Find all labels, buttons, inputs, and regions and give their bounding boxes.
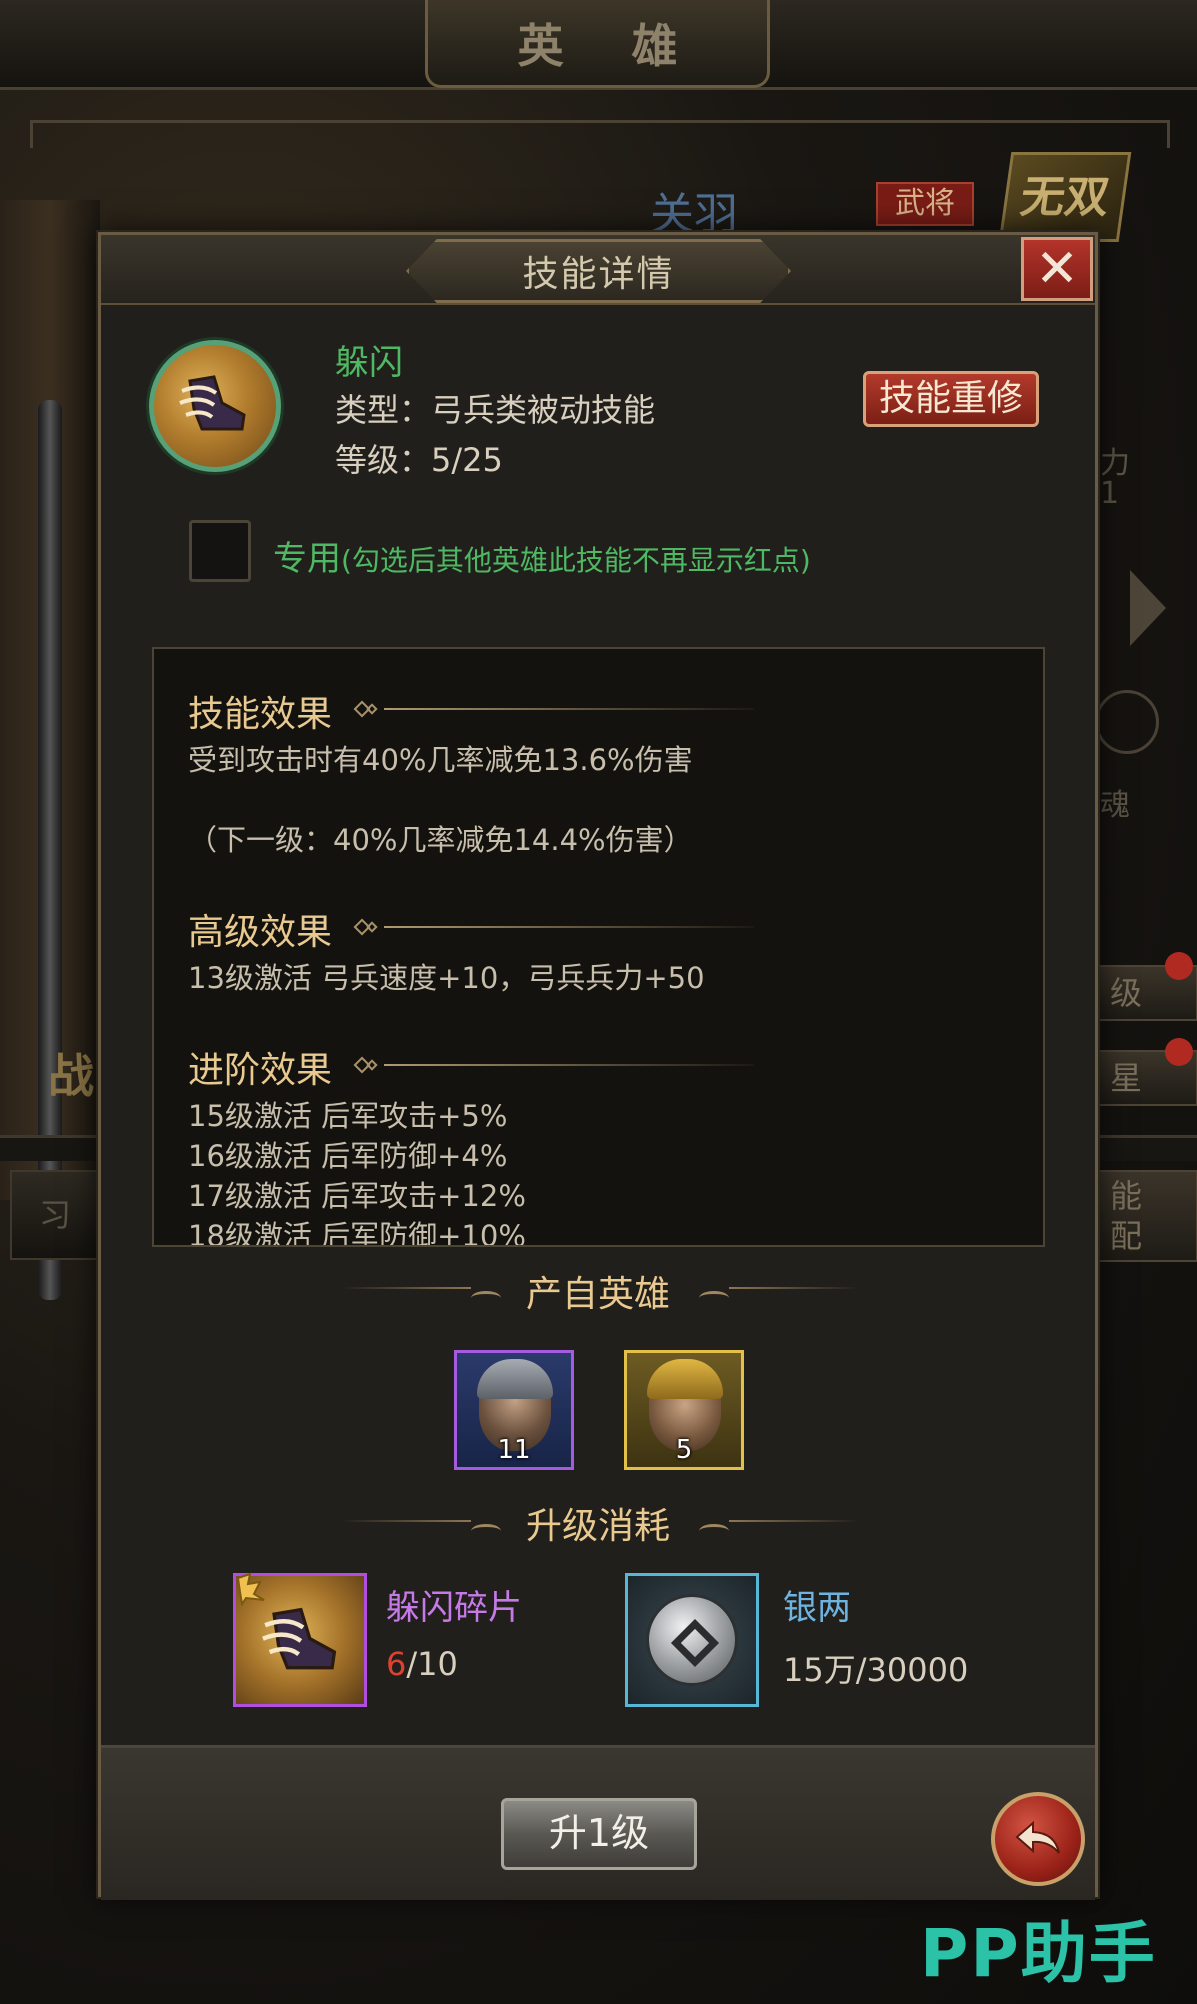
promotion-line: 16级激活 后军防御+4% [188, 1139, 508, 1173]
hero-helmet-icon [647, 1359, 723, 1399]
close-icon: ✕ [1035, 239, 1079, 299]
advanced-effect-heading: 高级效果 [188, 912, 333, 953]
fragment-amount: 6/10 [386, 1645, 458, 1683]
promotion-effect-heading: 进阶效果 [188, 1050, 333, 1091]
top-title-frame: 英 雄 [425, 0, 770, 88]
skill-fragment-item[interactable] [233, 1572, 367, 1707]
exclusive-note: (勾选后其他英雄此技能不再显示红点) [341, 544, 811, 577]
effects-panel[interactable]: 技能效果 受到攻击时有40%几率减免13.6%伤害 （下一级：40%几率减免14… [152, 647, 1045, 1247]
hero-level-number: 11 [497, 1435, 531, 1465]
silver-item[interactable] [625, 1573, 759, 1707]
source-hero-card[interactable]: 5 [624, 1350, 744, 1470]
side-button-skill-label-2: 配 [1110, 1217, 1143, 1255]
section-wing-ornament [699, 1291, 729, 1305]
background-frame [30, 120, 1170, 148]
dialog-title: 技能详情 [522, 254, 675, 295]
boot-icon [262, 1607, 337, 1670]
heading-divider [353, 700, 754, 718]
back-button[interactable] [991, 1792, 1085, 1886]
boot-icon [179, 375, 246, 431]
skill-effect-text: 受到攻击时有40%几率减免13.6%伤害 [188, 743, 693, 777]
advanced-effect-text: 13级激活 弓兵速度+10，弓兵兵力+50 [188, 961, 705, 995]
section-divider [729, 1287, 859, 1289]
learn-button-label: 习 [38, 1196, 71, 1234]
fragment-owned: 6 [386, 1645, 407, 1683]
silver-name: 银两 [783, 1588, 851, 1628]
close-button[interactable]: ✕ [1021, 237, 1093, 301]
pp-assistant-watermark: PP助手 [920, 1915, 1157, 1992]
screen-title: 英 雄 [517, 18, 704, 73]
spear-decoration [38, 400, 62, 1300]
heading-divider [353, 918, 754, 936]
source-heroes-title: 产自英雄 [525, 1274, 670, 1315]
fragment-required: /10 [406, 1645, 458, 1683]
skill-effect-heading: 技能效果 [188, 694, 333, 735]
dialog-footer: 升1级 [101, 1745, 1095, 1900]
skill-name: 躲闪 [335, 343, 403, 383]
source-hero-card[interactable]: 11 [454, 1350, 574, 1470]
silver-coin-icon [646, 1594, 738, 1686]
section-wing-ornament [699, 1524, 729, 1538]
promotion-line: 18级激活 后军防御+10% [188, 1219, 526, 1247]
exclusive-label-text: 专用 [273, 539, 341, 579]
fragment-name: 躲闪碎片 [386, 1588, 522, 1628]
relearn-skill-button[interactable]: 技能重修 [863, 371, 1039, 427]
side-text-soul: 魂 [1100, 788, 1130, 823]
heading-divider [353, 1056, 754, 1074]
silver-amount: 15万/30000 [783, 1651, 969, 1689]
side-button-skill-config[interactable]: 能 配 [1098, 1170, 1197, 1262]
side-button-skill-label-1: 能 [1110, 1177, 1143, 1215]
hero-class-tag: 武将 [876, 182, 974, 226]
section-divider [729, 1520, 859, 1522]
promotion-line: 15级激活 后军攻击+5% [188, 1099, 508, 1133]
skill-level: 等级：5/25 [335, 441, 503, 479]
back-arrow-icon [1015, 1820, 1060, 1854]
dialog-header: 技能详情 [101, 235, 1095, 305]
red-dot-notification [1165, 1038, 1193, 1066]
skill-detail-dialog: 技能详情 ✕ 躲闪 类型：弓兵类被动技能 等级：5/25 技能重修 专用(勾选后… [98, 232, 1098, 1900]
promotion-line: 17级激活 后军攻击+12% [188, 1179, 526, 1213]
next-level-text: （下一级：40%几率减免14.4%伤害） [188, 823, 693, 857]
battle-text: 战 [48, 1049, 94, 1103]
red-dot-notification [1165, 952, 1193, 980]
learn-button[interactable]: 习 [10, 1170, 100, 1260]
hero-helmet-icon [477, 1359, 553, 1399]
side-text-value: 1 [1100, 476, 1120, 511]
upgrade-one-level-button[interactable]: 升1级 [501, 1798, 697, 1870]
skill-dodge-icon [149, 340, 281, 472]
exclusive-label: 专用(勾选后其他英雄此技能不再显示红点) [273, 531, 811, 580]
exclusive-checkbox[interactable] [189, 520, 251, 582]
soul-icon[interactable] [1095, 690, 1159, 754]
side-button-level-label: 级 [1110, 974, 1143, 1012]
hero-level-number: 5 [675, 1435, 693, 1465]
skill-type: 类型：弓兵类被动技能 [335, 391, 656, 429]
dialog-title-frame: 技能详情 [406, 239, 791, 303]
side-button-star-label: 星 [1110, 1059, 1143, 1097]
next-hero-arrow-icon[interactable] [1130, 570, 1166, 646]
top-bar: 英 雄 [0, 0, 1197, 90]
upgrade-cost-title: 升级消耗 [525, 1506, 670, 1547]
wushuang-badge: 无双 [998, 152, 1132, 242]
